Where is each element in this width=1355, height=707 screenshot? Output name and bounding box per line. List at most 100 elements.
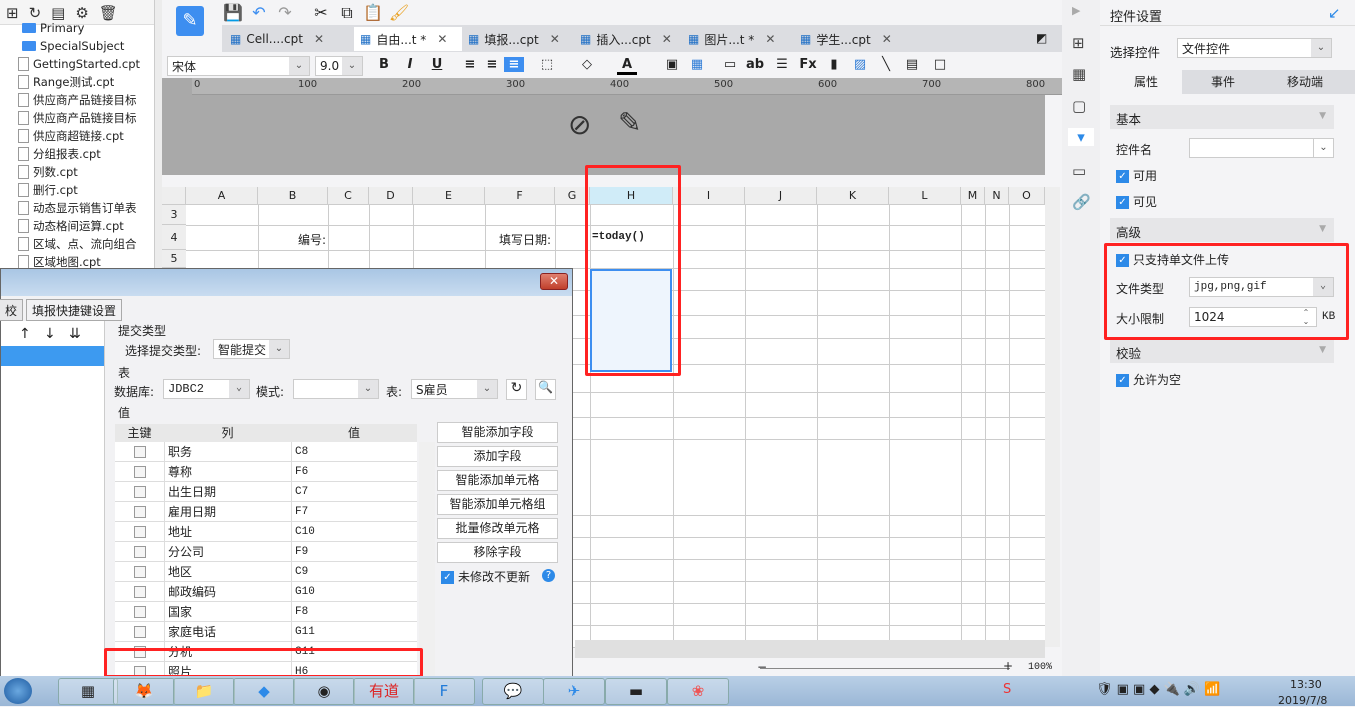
tray-icons[interactable]: 🛡 ▣ ▣ ◆ 🔌 🔊 📶: [1096, 682, 1220, 697]
column-header[interactable]: N: [985, 187, 1009, 205]
save-icon[interactable]: 💾: [222, 3, 244, 22]
section-basic[interactable]: 基本 ▼: [1110, 105, 1334, 129]
close-icon[interactable]: ✕: [314, 32, 324, 46]
file-item[interactable]: 分组报表.cpt: [18, 145, 101, 163]
primary-key-checkbox[interactable]: [134, 466, 146, 478]
cell-f4[interactable]: 填写日期:: [485, 231, 551, 248]
close-icon[interactable]: ✕: [765, 32, 775, 46]
close-icon[interactable]: ✕: [540, 273, 568, 290]
column-value[interactable]: F7: [291, 502, 308, 522]
file-item[interactable]: GettingStarted.cpt: [18, 55, 140, 73]
no-update-checkbox[interactable]: ✓ 未修改不更新: [441, 568, 530, 585]
dingtalk-app-icon[interactable]: ◆: [233, 678, 295, 705]
section-validation[interactable]: 校验 ▼: [1110, 339, 1334, 363]
paste-icon[interactable]: 📋: [362, 3, 384, 22]
submit-list[interactable]: ↑ ↓ ⇊: [1, 321, 105, 678]
column-header[interactable]: A: [186, 187, 258, 205]
column-value[interactable]: C9: [291, 562, 308, 582]
hide-eye-icon[interactable]: ⊘: [568, 108, 591, 141]
richtext-icon[interactable]: ☰: [772, 57, 792, 72]
close-icon[interactable]: ✕: [437, 32, 447, 46]
column-header[interactable]: K: [817, 187, 889, 205]
column-header[interactable]: L: [889, 187, 961, 205]
dialog-titlebar[interactable]: ✕: [1, 269, 572, 296]
select-widget-dropdown[interactable]: 文件控件 ⌄: [1177, 38, 1332, 58]
firefox-app-icon[interactable]: 🦊: [113, 678, 175, 705]
cell-info-icon[interactable]: ▦: [1072, 65, 1086, 83]
font-size-select[interactable]: 9.0 ⌄: [315, 56, 363, 76]
font-color-icon[interactable]: A: [617, 57, 637, 75]
column-header[interactable]: E: [413, 187, 485, 205]
enabled-checkbox[interactable]: ✓ 可用: [1116, 167, 1157, 184]
column-header[interactable]: J: [745, 187, 817, 205]
row-header[interactable]: 4: [162, 225, 186, 250]
cmd-app-icon[interactable]: ▬: [605, 678, 667, 705]
zoom-in-button[interactable]: +: [1003, 659, 1013, 673]
section-advanced[interactable]: 高级 ▼: [1110, 218, 1334, 242]
tab-report[interactable]: ▦ Cell....cpt ✕: [224, 27, 352, 51]
text-icon[interactable]: ab: [745, 57, 765, 72]
primary-key-checkbox[interactable]: [134, 506, 146, 518]
designer-app-icon[interactable]: ❀: [667, 678, 729, 705]
primary-key-checkbox[interactable]: [134, 486, 146, 498]
fields-table-row[interactable]: 出生日期 C7: [115, 482, 417, 502]
close-icon[interactable]: ✕: [550, 32, 560, 46]
vertical-scrollbar[interactable]: [1045, 187, 1060, 647]
italic-button[interactable]: I: [400, 57, 420, 72]
fields-table-row[interactable]: 分公司 F9: [115, 542, 417, 562]
redo-icon[interactable]: ↷: [274, 3, 296, 22]
finereport-app-icon[interactable]: F: [413, 678, 475, 705]
underline-button[interactable]: U: [427, 57, 447, 72]
delete-icon[interactable]: 🗑: [99, 4, 118, 22]
font-family-select[interactable]: 宋体 ⌄: [167, 56, 310, 76]
horizontal-scrollbar[interactable]: [575, 640, 1045, 658]
table-select[interactable]: S雇员 ⌄: [411, 379, 498, 399]
column-value[interactable]: F9: [291, 542, 308, 562]
fields-table-row[interactable]: 地区 C9: [115, 562, 417, 582]
frame-icon[interactable]: □: [930, 57, 950, 72]
file-item[interactable]: Range测试.cpt: [18, 73, 114, 91]
visible-checkbox[interactable]: ✓ 可见: [1116, 193, 1157, 210]
fields-table-row[interactable]: 尊称 F6: [115, 462, 417, 482]
subreport-icon[interactable]: ▤: [902, 57, 922, 72]
fields-table-row[interactable]: 职务 C8: [115, 442, 417, 462]
primary-key-checkbox[interactable]: [134, 586, 146, 598]
link-icon[interactable]: 🔗: [1072, 193, 1091, 211]
align-left-icon[interactable]: ≡: [460, 57, 480, 72]
wechat-app-icon[interactable]: 💬: [482, 678, 544, 705]
new-folder-icon[interactable]: ⊞: [6, 4, 19, 22]
collapse-arrow-icon[interactable]: ▶: [1072, 4, 1080, 17]
dock-arrow-icon[interactable]: ↙: [1328, 4, 1341, 22]
image-icon[interactable]: ▨: [850, 57, 870, 72]
clock-time[interactable]: 13:30: [1290, 678, 1322, 691]
tab-report[interactable]: ▦ 填报...cpt ✕: [462, 27, 570, 51]
cell-attr-icon[interactable]: ⊞: [1072, 34, 1085, 52]
refresh-icon[interactable]: ↻: [506, 379, 527, 400]
refresh-icon[interactable]: ↻: [29, 4, 42, 22]
fields-table-row[interactable]: 地址 C10: [115, 522, 417, 542]
bold-button[interactable]: B: [374, 57, 394, 72]
tab-list-icon[interactable]: ◩: [1036, 31, 1047, 45]
allow-empty-checkbox[interactable]: ✓ 允许为空: [1116, 371, 1181, 388]
field-action-button[interactable]: 移除字段: [437, 542, 558, 563]
tab-report[interactable]: ▦ 自由...t * ✕: [354, 27, 462, 51]
column-value[interactable]: C8: [291, 442, 308, 462]
clock-date[interactable]: 2019/7/8: [1278, 694, 1327, 707]
column-value[interactable]: C10: [291, 522, 315, 542]
fields-table-row[interactable]: 邮政编码 G10: [115, 582, 417, 602]
column-header[interactable]: D: [369, 187, 413, 205]
edit-pencil-icon[interactable]: ✎: [618, 106, 641, 139]
column-header[interactable]: F: [485, 187, 555, 205]
primary-key-checkbox[interactable]: [134, 526, 146, 538]
zoom-slider[interactable]: [760, 668, 1010, 669]
table-icon[interactable]: ▦: [687, 57, 707, 72]
column-value[interactable]: C7: [291, 482, 308, 502]
chart-icon[interactable]: ▮: [824, 57, 844, 72]
align-right-icon[interactable]: ≡: [504, 57, 524, 72]
column-header[interactable]: M: [961, 187, 985, 205]
row-header[interactable]: 5: [162, 250, 186, 268]
field-action-button[interactable]: 批量修改单元格: [437, 518, 558, 539]
widget-icon[interactable]: ▭: [720, 57, 740, 72]
selected-list-item[interactable]: [1, 346, 104, 366]
slash-icon[interactable]: ╲: [876, 57, 896, 72]
